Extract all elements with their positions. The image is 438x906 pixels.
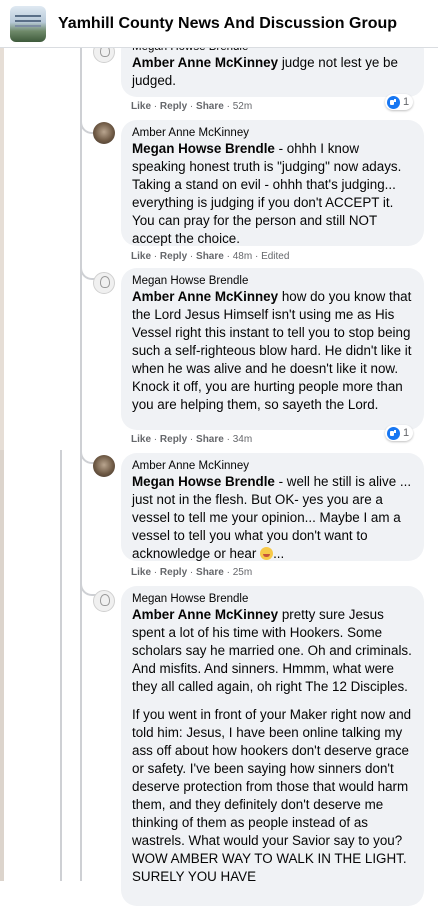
mention-link[interactable]: Amber Anne McKinney bbox=[132, 607, 278, 622]
avatar[interactable] bbox=[93, 590, 115, 612]
thread-connector-line-outer bbox=[60, 450, 62, 881]
comment-author[interactable]: Amber Anne McKinney bbox=[132, 127, 413, 139]
grinning-face-emoji bbox=[260, 547, 274, 560]
reaction-summary[interactable]: 1 bbox=[385, 425, 414, 441]
thread-elbow bbox=[80, 580, 96, 596]
like-button[interactable]: Like bbox=[131, 101, 151, 112]
mention-link[interactable]: Amber Anne McKinney bbox=[132, 55, 278, 70]
comment-author[interactable]: Amber Anne McKinney bbox=[132, 460, 413, 472]
share-button[interactable]: Share bbox=[196, 101, 224, 112]
reply-button[interactable]: Reply bbox=[160, 251, 187, 262]
comment-actions: Like · Reply · Share · 34m bbox=[131, 434, 253, 445]
mention-link[interactable]: Amber Anne McKinney bbox=[132, 289, 278, 304]
comment-text: Amber Anne McKinney pretty sure Jesus sp… bbox=[132, 607, 412, 694]
reply-button[interactable]: Reply bbox=[160, 434, 187, 445]
reply-button[interactable]: Reply bbox=[160, 101, 187, 112]
comment-timestamp[interactable]: 48m bbox=[233, 251, 252, 262]
avatar[interactable] bbox=[93, 122, 115, 144]
comment-text-paragraph: If you went in front of your Maker right… bbox=[132, 707, 412, 884]
mention-link[interactable]: Megan Howse Brendle bbox=[132, 141, 275, 156]
share-button[interactable]: Share bbox=[196, 434, 224, 445]
comment-timestamp[interactable]: 34m bbox=[233, 434, 252, 445]
left-edge-strip-lower bbox=[0, 450, 4, 881]
avatar[interactable] bbox=[93, 455, 115, 477]
comment-author[interactable]: Megan Howse Brendle bbox=[132, 275, 413, 287]
comment-text: Amber Anne McKinney how do you know that… bbox=[132, 289, 412, 412]
like-button[interactable]: Like bbox=[131, 434, 151, 445]
like-button[interactable]: Like bbox=[131, 251, 151, 262]
comment-bubble: Amber Anne McKinney Megan Howse Brendle … bbox=[121, 120, 424, 246]
like-reaction-icon bbox=[387, 95, 400, 109]
comment-timestamp[interactable]: 52m bbox=[233, 101, 252, 112]
comment-bubble: Megan Howse Brendle Amber Anne McKinney … bbox=[121, 586, 424, 906]
comment-timestamp[interactable]: 25m bbox=[233, 567, 252, 578]
avatar[interactable] bbox=[93, 272, 115, 294]
comment-actions: Like · Reply · Share · 52m bbox=[131, 101, 253, 112]
comment-author[interactable]: Megan Howse Brendle bbox=[132, 593, 413, 605]
comment-text: Megan Howse Brendle - well he still is a… bbox=[132, 474, 412, 561]
comment-bubble: Amber Anne McKinney Megan Howse Brendle … bbox=[121, 453, 424, 561]
share-button[interactable]: Share bbox=[196, 251, 224, 262]
group-cover-thumbnail[interactable] bbox=[10, 5, 46, 42]
edited-label[interactable]: Edited bbox=[261, 251, 289, 262]
reaction-summary[interactable]: 1 bbox=[385, 94, 414, 110]
share-button[interactable]: Share bbox=[196, 567, 224, 578]
group-title[interactable]: Yamhill County News And Discussion Group bbox=[58, 15, 397, 33]
comment-text: Megan Howse Brendle - ohhh I know speaki… bbox=[132, 141, 402, 246]
comment-actions: Like · Reply · Share · 25m bbox=[131, 567, 253, 578]
thread-connector-line bbox=[80, 47, 82, 881]
like-reaction-icon bbox=[387, 426, 400, 440]
like-button[interactable]: Like bbox=[131, 567, 151, 578]
reply-button[interactable]: Reply bbox=[160, 567, 187, 578]
group-header: Yamhill County News And Discussion Group bbox=[0, 0, 438, 48]
mention-link[interactable]: Megan Howse Brendle bbox=[132, 474, 275, 489]
comment-text: Amber Anne McKinney judge not lest ye be… bbox=[132, 55, 398, 88]
comment-actions: Like · Reply · Share · 48m · Edited bbox=[131, 251, 290, 262]
comment-bubble: Megan Howse Brendle Amber Anne McKinney … bbox=[121, 268, 424, 430]
